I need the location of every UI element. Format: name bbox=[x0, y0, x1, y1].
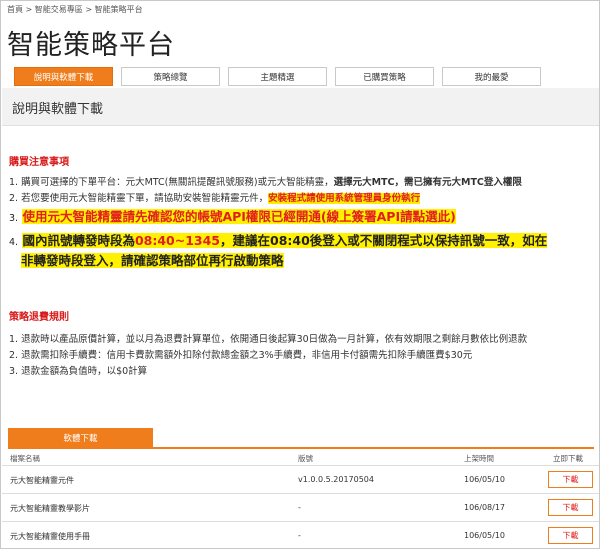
notice-item-3-number: 3. bbox=[9, 213, 19, 224]
tab-bar: 說明與軟體下載 策略總覽 主題精選 已購買策略 我的最愛 bbox=[14, 67, 592, 86]
download-table-header: 檔案名稱 版號 上架時間 立即下載 bbox=[2, 450, 599, 466]
refund-policy-heading: 策略退費規則 bbox=[9, 312, 69, 323]
refund-item-2: 2. 退款需扣除手續費：信用卡費款需額外扣除付款總金額之3%手續費，非信用卡付額… bbox=[9, 350, 473, 361]
notice-item-2-text: 2. 若您要使用元大智能精靈下單，請協助安裝智能精靈元件， bbox=[9, 193, 269, 204]
tab-purchased-strategies[interactable]: 已購買策略 bbox=[335, 67, 434, 86]
download-button[interactable]: 下載 bbox=[548, 499, 593, 516]
table-row: 元大智能精靈教學影片 - 106/08/17 下載 bbox=[2, 495, 599, 522]
section-header: 說明與軟體下載 bbox=[2, 88, 599, 126]
file-date: 106/05/10 bbox=[464, 531, 506, 540]
purchase-notice-heading: 購買注意事項 bbox=[9, 157, 69, 168]
col-release-date: 上架時間 bbox=[464, 454, 494, 463]
notice-item-4: 4. 國內訊號轉發時段為08:40~1345，建議在08:40後登入或不關閉程式… bbox=[9, 231, 548, 253]
install-admin-warning: 安裝程式請使用系統管理員身份執行 bbox=[268, 193, 421, 204]
file-date: 106/08/17 bbox=[464, 503, 506, 512]
notice-item-4-number: 4. bbox=[9, 237, 19, 248]
download-button[interactable]: 下載 bbox=[548, 471, 593, 488]
tab-featured-topics[interactable]: 主題精選 bbox=[228, 67, 327, 86]
notice-item-1-emphasis: 選擇元大MTC，需已擁有元大MTC登入權限 bbox=[333, 177, 522, 188]
refund-item-1: 1. 退款時以產品原價計算，並以月為退費計算單位，依開通日後起算30日做為一月計… bbox=[9, 334, 528, 345]
col-file-name: 檔案名稱 bbox=[10, 454, 40, 463]
signal-period-time: 08:40~1345 bbox=[134, 233, 221, 248]
table-row: 元大智能精靈使用手冊 - 106/05/10 下載 bbox=[2, 523, 599, 548]
notice-item-1: 1. 購買可選擇的下單平台：元大MTC(無關訊提醒訊號服務)或元大智能精靈，選擇… bbox=[9, 177, 522, 189]
page-frame: 首頁 > 智能交易專區 > 智能策略平台 智能策略平台 說明與軟體下載 策略總覽… bbox=[0, 0, 600, 549]
refund-item-3: 3. 退款金額為負值時，以$0計算 bbox=[9, 366, 148, 377]
signal-period-label: 國內訊號轉發時段為 bbox=[22, 233, 135, 248]
tab-strategy-overview[interactable]: 策略總覽 bbox=[121, 67, 220, 86]
notice-item-4-continued: 非轉發時段登入，請確認策略部位再行啟動策略 bbox=[21, 251, 284, 271]
file-version: - bbox=[298, 503, 301, 512]
download-button[interactable]: 下載 bbox=[548, 527, 593, 544]
download-divider bbox=[8, 447, 594, 449]
notice-item-3: 3. 使用元大智能精靈請先確認您的帳號API權限已經開通(線上簽署API請點選此… bbox=[9, 207, 456, 229]
file-date: 106/05/10 bbox=[464, 475, 506, 484]
signal-period-advice: ，建議在08:40後登入或不關閉程式以保持訊號一致，如在 bbox=[220, 233, 548, 248]
col-download-action: 立即下載 bbox=[553, 454, 583, 463]
col-version: 版號 bbox=[298, 454, 313, 463]
tab-description-download[interactable]: 說明與軟體下載 bbox=[14, 67, 113, 86]
file-name: 元大智能精靈元件 bbox=[10, 476, 74, 485]
notice-item-2: 2. 若您要使用元大智能精靈下單，請協助安裝智能精靈元件，安裝程式請使用系統管理… bbox=[9, 193, 421, 205]
file-name: 元大智能精靈教學影片 bbox=[10, 504, 90, 513]
file-version: - bbox=[298, 531, 301, 540]
signal-period-advice-2: 非轉發時段登入，請確認策略部位再行啟動策略 bbox=[21, 253, 284, 268]
breadcrumb: 首頁 > 智能交易專區 > 智能策略平台 bbox=[7, 5, 143, 14]
api-permission-link[interactable]: 使用元大智能精靈請先確認您的帳號API權限已經開通(線上簽署API請點選此) bbox=[22, 209, 456, 224]
file-name: 元大智能精靈使用手冊 bbox=[10, 532, 90, 541]
table-row: 元大智能精靈元件 v1.0.0.5.20170504 106/05/10 下載 bbox=[2, 467, 599, 494]
notice-item-1-text: 1. 購買可選擇的下單平台：元大MTC(無關訊提醒訊號服務)或元大智能精靈， bbox=[9, 177, 334, 188]
tab-software-download[interactable]: 軟體下載 bbox=[8, 428, 153, 448]
tab-favorites[interactable]: 我的最愛 bbox=[442, 67, 541, 86]
file-version: v1.0.0.5.20170504 bbox=[298, 475, 374, 484]
section-title: 說明與軟體下載 bbox=[12, 102, 104, 117]
page-title: 智能策略平台 bbox=[7, 30, 175, 61]
